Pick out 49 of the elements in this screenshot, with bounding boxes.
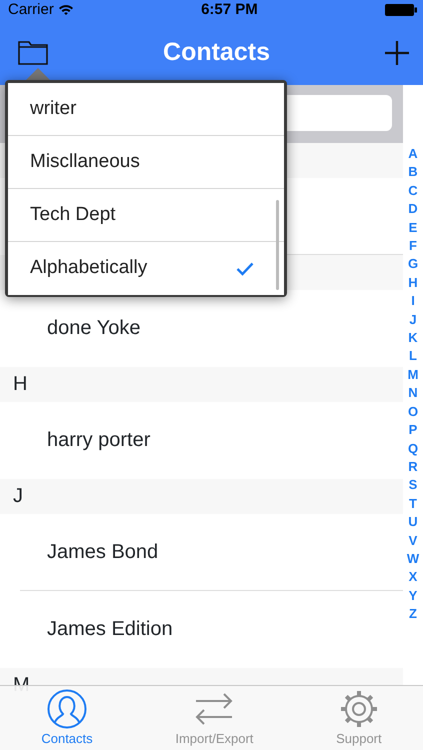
tab-button[interactable]: Support — [294, 686, 423, 750]
index-letter[interactable]: M — [408, 366, 418, 384]
index-letter[interactable]: K — [408, 329, 418, 348]
menu-item[interactable]: Miscllaneous — [8, 136, 284, 189]
index-letter[interactable]: R — [408, 458, 418, 476]
menu-item[interactable]: Alphabetically — [8, 242, 284, 295]
gear-icon — [338, 689, 379, 729]
status-time: 6:57 PM — [201, 0, 258, 20]
index-letter[interactable]: G — [408, 255, 418, 274]
index-letter[interactable]: S — [408, 476, 418, 495]
person-icon — [47, 689, 87, 729]
section-header: J — [13, 485, 23, 507]
index-letter[interactable]: P — [408, 421, 418, 440]
tab-button[interactable]: Import/Export — [134, 686, 295, 750]
contact-name[interactable]: done Yoke — [47, 317, 140, 339]
tab-button[interactable]: Contacts — [0, 686, 134, 750]
nav-title: Contacts — [163, 36, 270, 68]
index-letter[interactable]: C — [408, 182, 418, 200]
contact-name[interactable]: James Edition — [47, 618, 173, 640]
menu-item[interactable]: writer — [8, 83, 284, 136]
index-letter[interactable]: V — [408, 532, 418, 550]
folder-icon[interactable] — [18, 40, 48, 65]
checkmark-icon — [236, 262, 254, 276]
index-letter[interactable]: U — [408, 513, 418, 532]
index-letter[interactable]: D — [408, 200, 418, 219]
index-letter[interactable]: O — [408, 402, 418, 422]
index-letter[interactable]: E — [408, 218, 418, 238]
index-letter[interactable]: T — [409, 494, 417, 514]
index-letter[interactable]: I — [411, 292, 415, 311]
section-header: H — [13, 373, 28, 395]
index-letter[interactable]: Z — [409, 605, 417, 624]
index-letter[interactable]: J — [409, 310, 417, 330]
index-letter[interactable]: A — [408, 145, 418, 164]
index-letter[interactable]: Y — [408, 586, 418, 606]
menu-item[interactable]: Tech Dept — [8, 189, 284, 242]
index-letter[interactable]: L — [409, 347, 417, 366]
index-letter[interactable]: H — [408, 274, 418, 292]
battery-icon — [384, 4, 417, 16]
index-letter[interactable]: B — [408, 163, 418, 182]
add-icon[interactable] — [385, 40, 409, 64]
carrier-name: Carrier — [8, 0, 54, 20]
contact-name[interactable]: James Bond — [47, 541, 158, 563]
index-letter[interactable]: W — [406, 550, 420, 568]
wifi-icon — [58, 4, 74, 16]
index-letter[interactable]: X — [408, 568, 418, 587]
index-letter[interactable]: N — [408, 384, 418, 403]
index-letter[interactable]: F — [409, 237, 417, 256]
index-letter[interactable]: Q — [408, 440, 418, 458]
contact-name[interactable]: harry porter — [47, 429, 150, 451]
